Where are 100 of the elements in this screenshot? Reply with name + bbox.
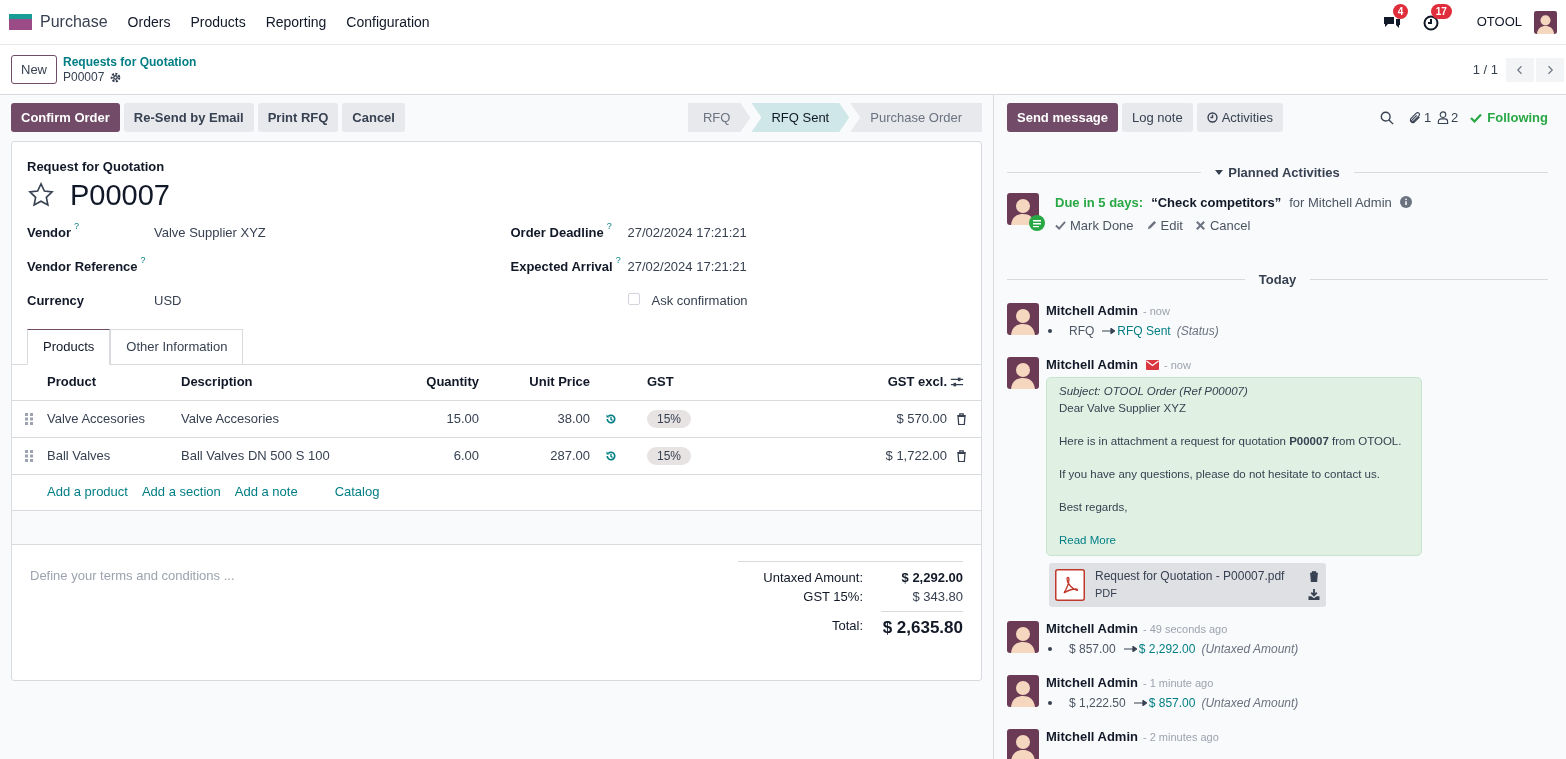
message-text: Dear Valve Supplier XYZ (1059, 401, 1187, 416)
avatar-icon (1007, 675, 1039, 707)
column-header[interactable]: Description (181, 372, 381, 392)
person-icon (1437, 111, 1450, 124)
bullet-icon (1048, 329, 1052, 333)
message-time: - now (1163, 358, 1191, 373)
action-button[interactable]: Re-Send by Email (123, 103, 254, 132)
help-icon[interactable]: ? (140, 254, 146, 265)
star-icon[interactable] (27, 180, 55, 209)
breadcrumb-link[interactable]: Requests for Quotation (63, 54, 197, 70)
add-link[interactable]: Add a note (234, 482, 298, 502)
company-name[interactable]: OTOOL (1476, 12, 1522, 32)
new-value: RFQ Sent (1117, 323, 1171, 340)
tax-tag[interactable]: 15% (647, 446, 692, 465)
pencil-icon (1145, 220, 1157, 232)
menu-item[interactable]: Products (190, 11, 246, 33)
trash-icon (956, 449, 967, 462)
totals-value: $ 2,635.80 (881, 610, 963, 640)
checkbox[interactable] (627, 292, 640, 305)
section-heading[interactable]: Planned Activities (1228, 163, 1340, 183)
notification-badge: 4 (1392, 4, 1409, 19)
field-label: Currency (27, 291, 85, 310)
read-more-link[interactable]: Read More (1059, 532, 1409, 549)
column-header[interactable]: Product (47, 372, 181, 392)
table-cell-text: Ball Valves (47, 446, 112, 465)
pdf-file-icon (1055, 569, 1085, 601)
column-header[interactable]: Quantity (381, 372, 479, 392)
user-avatar[interactable] (1534, 10, 1557, 34)
chatter-button[interactable]: Log note (1122, 103, 1193, 132)
terms-field[interactable]: Define your terms and conditions ... (30, 564, 738, 587)
field-value[interactable]: 27/02/2024 17:21:21 (627, 222, 747, 242)
activity-type-icon (1029, 214, 1045, 231)
message-subject: Subject: OTOOL Order (Ref P00007) (1059, 384, 1249, 399)
activity-action[interactable]: Cancel (1195, 216, 1251, 236)
message-author[interactable]: Mitchell Admin (1046, 357, 1138, 373)
add-link[interactable]: Add a section (141, 482, 221, 502)
add-link[interactable]: Catalog (334, 482, 380, 502)
action-button[interactable]: Print RFQ (257, 103, 339, 132)
record-name: P00007 (63, 69, 105, 85)
app-name[interactable]: Purchase (40, 10, 108, 34)
message-text: Here is in attachment a request for quotation P00007 from OTOOL. (1059, 434, 1403, 449)
help-icon[interactable]: ? (615, 254, 621, 265)
table-cell-text: Ball Valves DN 500 S 100 (181, 446, 331, 465)
attachments-button[interactable]: 1 (1407, 107, 1432, 128)
pager-value: 1 / 1 (1472, 60, 1498, 79)
table-cell-text: 38.00 (556, 409, 590, 428)
message-time: - 2 minutes ago (1142, 730, 1219, 745)
search-icon (1379, 110, 1394, 125)
message-author[interactable]: Mitchell Admin (1046, 675, 1138, 691)
check-icon (1055, 220, 1066, 232)
tab[interactable]: Other Information (110, 328, 244, 365)
field-label: Vendor (27, 223, 72, 242)
chatter-button[interactable]: Send message (1007, 103, 1119, 132)
action-button[interactable]: Cancel (342, 103, 405, 132)
history-icon (605, 449, 617, 462)
followers-button[interactable]: 2 (1437, 107, 1459, 128)
table-cell-text: Valve Accesories (47, 409, 147, 428)
menu-item[interactable]: Orders (127, 11, 171, 33)
bullet-icon (1048, 647, 1052, 651)
column-settings-icon (950, 375, 964, 389)
action-button[interactable]: Confirm Order (11, 103, 120, 132)
column-header[interactable]: Unit Price (479, 372, 590, 392)
new-button[interactable]: New (11, 55, 57, 84)
previous-button[interactable] (1506, 57, 1534, 82)
activity-action[interactable]: Edit (1145, 216, 1183, 236)
status-step[interactable]: RFQ Sent (751, 103, 850, 132)
column-header[interactable]: GST (647, 372, 888, 392)
chatter-button[interactable]: Activities (1196, 103, 1283, 132)
totals-label: Untaxed Amount: (763, 568, 863, 587)
activity-action[interactable]: Mark Done (1055, 216, 1134, 236)
message-author[interactable]: Mitchell Admin (1046, 729, 1138, 745)
totals-value: $ 2,292.00 (900, 568, 963, 587)
avatar-icon (1007, 357, 1039, 389)
message-author[interactable]: Mitchell Admin (1046, 303, 1138, 319)
message-author[interactable]: Mitchell Admin (1046, 621, 1138, 637)
next-button[interactable] (1536, 57, 1564, 82)
add-link[interactable]: Add a product (47, 482, 128, 502)
table-cell-text: 6.00 (452, 446, 479, 465)
activity-summary: “Check competitors” (1151, 193, 1282, 212)
attachment-card[interactable]: Request for Quotation - P00007.pdf PDF (1049, 563, 1326, 607)
help-icon[interactable]: ? (74, 220, 80, 231)
totals-value: $ 343.80 (911, 588, 963, 606)
caret-down-icon (1215, 169, 1224, 176)
status-step[interactable]: Purchase Order (850, 103, 982, 132)
field-label: Expected Arrival (510, 257, 613, 276)
drag-handle-icon (25, 412, 33, 425)
help-icon[interactable]: ? (606, 220, 612, 231)
totals-label: GST 15%: (803, 588, 863, 606)
tab[interactable]: Products (27, 328, 111, 365)
menu-item[interactable]: Reporting (265, 11, 327, 33)
status-step[interactable]: RFQ (688, 103, 751, 132)
tax-tag[interactable]: 15% (647, 409, 692, 428)
menu-item[interactable]: Configuration (346, 11, 430, 33)
download-icon (1308, 588, 1320, 600)
column-header[interactable]: GST excl. (887, 372, 947, 392)
table-cell-text: $ 1,722.00 (885, 446, 947, 465)
field-value[interactable]: 27/02/2024 17:21:21 (627, 256, 747, 276)
due-label: Due in 5 days: (1055, 193, 1144, 212)
field-value[interactable]: Valve Supplier XYZ (154, 222, 266, 242)
field-value[interactable]: USD (154, 290, 182, 310)
